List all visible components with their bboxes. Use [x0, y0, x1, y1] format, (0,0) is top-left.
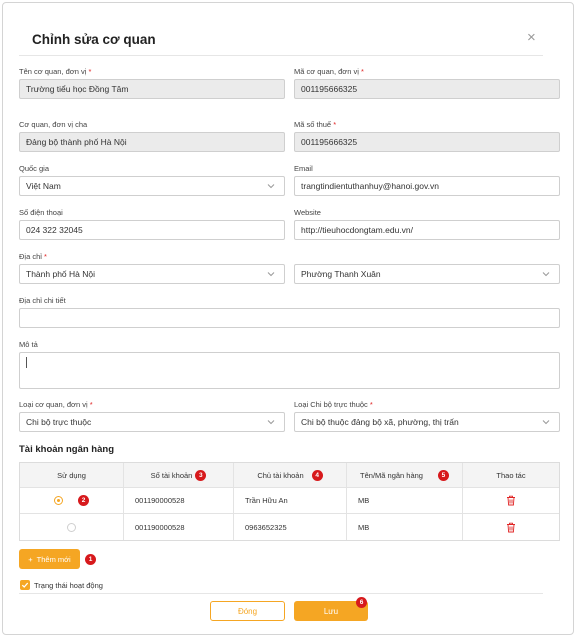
- account-no-cell: 001190000528: [124, 488, 234, 513]
- trash-icon[interactable]: [506, 495, 516, 506]
- address-detail-field[interactable]: [19, 308, 560, 328]
- website-field[interactable]: http://tieuhocdongtam.edu.vn/: [294, 220, 560, 240]
- org-code-field[interactable]: 001195666325: [294, 79, 560, 99]
- country-label: Quốc gia: [19, 164, 50, 173]
- address-label: Địa chỉ *: [19, 252, 47, 261]
- description-textarea[interactable]: [19, 352, 560, 389]
- parent-org-field[interactable]: Đảng bộ thành phố Hà Nội: [19, 132, 285, 152]
- holder-cell: Trần Hữu An: [234, 488, 347, 513]
- step-badge-6: 6: [356, 597, 367, 608]
- phone-label: Số điện thoại: [19, 208, 63, 217]
- org-type-label: Loại cơ quan, đơn vị *: [19, 400, 93, 409]
- col-header-account-no: Số tài khoản 3: [124, 463, 234, 487]
- use-radio-selected[interactable]: [54, 496, 63, 505]
- col-header-use: Sử dụng: [20, 463, 124, 487]
- ward-select[interactable]: Phường Thanh Xuân: [294, 264, 560, 284]
- edit-org-dialog: Chỉnh sửa cơ quan × Tên cơ quan, đơn vị …: [2, 2, 574, 635]
- active-status-checkbox[interactable]: [20, 580, 30, 590]
- org-name-field[interactable]: Trường tiểu học Đồng Tâm: [19, 79, 285, 99]
- chevron-down-icon: [542, 420, 550, 425]
- text-cursor: [26, 357, 27, 368]
- col-header-bank: Tên/Mã ngân hàng 5: [347, 463, 463, 487]
- branch-type-select[interactable]: Chi bộ thuộc đảng bộ xã, phường, thị trấ…: [294, 412, 560, 432]
- col-header-holder: Chủ tài khoản 4: [234, 463, 347, 487]
- chevron-down-icon: [267, 184, 275, 189]
- address-detail-label: Địa chỉ chi tiết: [19, 296, 66, 305]
- col-header-actions: Thao tác: [496, 470, 526, 480]
- use-radio[interactable]: [67, 522, 76, 532]
- holder-cell: 0963652325: [234, 514, 347, 540]
- table-row: 001190000528 0963652325 MB: [20, 514, 559, 540]
- close-icon[interactable]: ×: [527, 30, 536, 46]
- table-header-row: Sử dụng Số tài khoản 3 Chủ tài khoản 4 Tên…: [20, 463, 559, 488]
- bank-cell: MB: [347, 514, 463, 540]
- table-row: 2 001190000528 Trần Hữu An MB: [20, 488, 559, 514]
- bank-accounts-table: Sử dụng Số tài khoản 3 Chủ tài khoản 4 Tên…: [19, 462, 560, 541]
- tax-code-label: Mã số thuế *: [294, 120, 337, 129]
- website-label: Website: [294, 208, 321, 217]
- step-badge-5: 5: [437, 469, 449, 481]
- footer-divider: [19, 593, 543, 594]
- chevron-down-icon: [267, 272, 275, 277]
- plus-icon: +: [28, 554, 33, 564]
- branch-type-label: Loại Chi bộ trực thuộc *: [294, 400, 373, 409]
- check-icon: [21, 582, 29, 588]
- description-label: Mô tả: [19, 340, 38, 349]
- account-no-cell: 001190000528: [124, 514, 234, 540]
- step-badge-1: 1: [85, 554, 96, 565]
- chevron-down-icon: [267, 420, 275, 425]
- email-field[interactable]: trangtindientuthanhuy@hanoi.gov.vn: [294, 176, 560, 196]
- city-select[interactable]: Thành phố Hà Nội: [19, 264, 285, 284]
- step-badge-2: 2: [78, 495, 89, 506]
- email-label: Email: [294, 164, 313, 173]
- parent-org-label: Cơ quan, đơn vị cha: [19, 120, 88, 129]
- chevron-down-icon: [542, 272, 550, 277]
- bank-cell: MB: [347, 488, 463, 513]
- bank-section-title: Tài khoản ngân hàng: [19, 444, 115, 455]
- org-code-label: Mã cơ quan, đơn vị *: [294, 67, 364, 76]
- close-button[interactable]: Đóng: [210, 601, 285, 621]
- active-status-label: Trạng thái hoạt động: [34, 581, 103, 590]
- trash-icon[interactable]: [506, 522, 516, 533]
- add-bank-account-button[interactable]: + Thêm mới: [19, 549, 80, 569]
- dialog-title: Chỉnh sửa cơ quan: [32, 32, 156, 47]
- org-name-label: Tên cơ quan, đơn vị *: [19, 67, 92, 76]
- org-type-select[interactable]: Chi bộ trực thuộc: [19, 412, 285, 432]
- header-divider: [19, 55, 543, 56]
- country-select[interactable]: Việt Nam: [19, 176, 285, 196]
- step-badge-4: 4: [311, 469, 323, 481]
- phone-field[interactable]: 024 322 32045: [19, 220, 285, 240]
- step-badge-3: 3: [195, 469, 207, 481]
- tax-code-field[interactable]: 001195666325: [294, 132, 560, 152]
